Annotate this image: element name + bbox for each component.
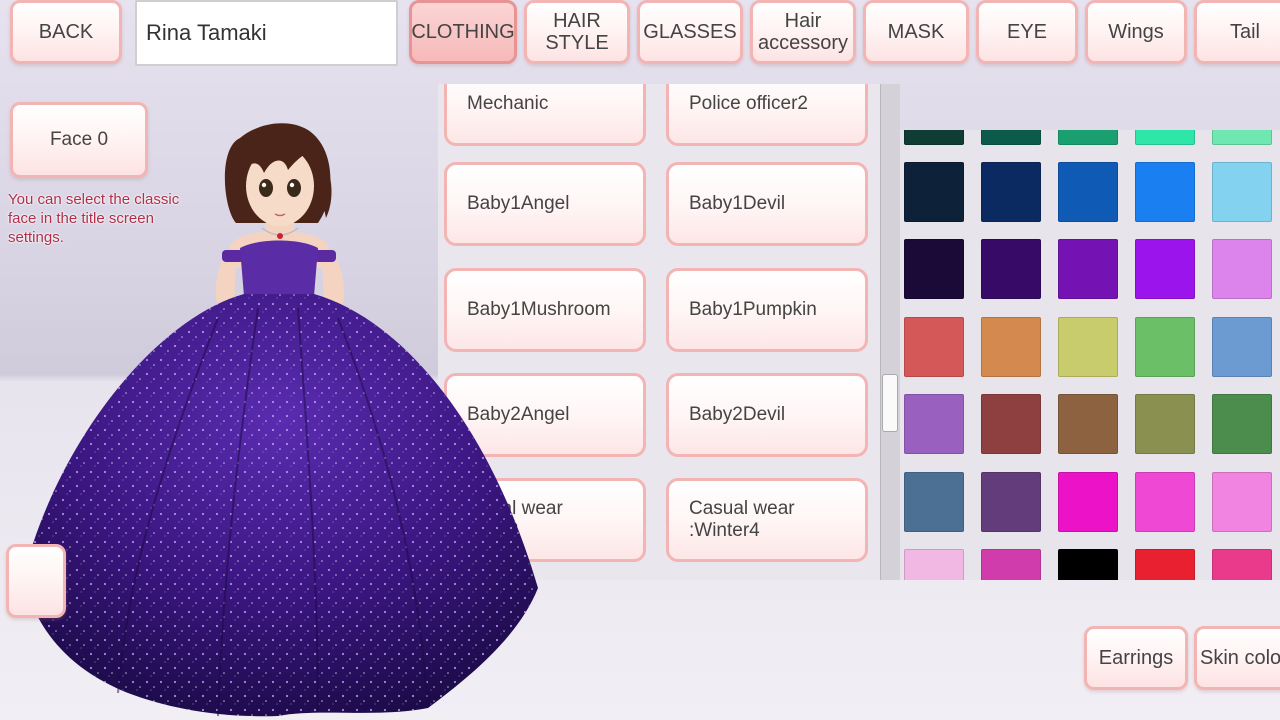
color-swatch[interactable]: [904, 239, 964, 299]
color-swatch[interactable]: [1135, 394, 1195, 454]
color-swatch[interactable]: [904, 162, 964, 222]
clothing-item[interactable]: Police officer2: [666, 84, 868, 146]
color-swatch[interactable]: [904, 317, 964, 377]
skin-color-button[interactable]: Skin colo: [1194, 626, 1280, 690]
color-swatch[interactable]: [1212, 394, 1272, 454]
clothing-item[interactable]: Baby1Devil: [666, 162, 868, 246]
color-swatch[interactable]: [1212, 317, 1272, 377]
clothing-item[interactable]: Baby1Pumpkin: [666, 268, 868, 352]
color-swatch[interactable]: [1058, 549, 1118, 580]
color-swatch[interactable]: [1135, 472, 1195, 532]
color-swatch[interactable]: [981, 549, 1041, 580]
character-figure: [23, 123, 538, 717]
list-scrollbar[interactable]: [880, 84, 900, 580]
item-label: Casual wear: [689, 498, 795, 519]
tab-hair-accessory[interactable]: Hair accessory: [750, 0, 856, 64]
item-label: Baby2Devil: [689, 404, 786, 425]
tab-hair-style[interactable]: HAIR STYLE: [524, 0, 630, 64]
color-swatch[interactable]: [1058, 239, 1118, 299]
earrings-button[interactable]: Earrings: [1084, 626, 1188, 690]
color-swatch[interactable]: [904, 394, 964, 454]
color-swatch[interactable]: [1135, 239, 1195, 299]
tab-eye[interactable]: EYE: [976, 0, 1078, 64]
color-swatch[interactable]: [1058, 162, 1118, 222]
color-swatch[interactable]: [1212, 472, 1272, 532]
color-swatch[interactable]: [981, 162, 1041, 222]
color-swatch[interactable]: [1212, 130, 1272, 145]
tab-clothing[interactable]: CLOTHING: [409, 0, 517, 64]
left-side-button[interactable]: [6, 544, 66, 618]
tab-wings[interactable]: Wings: [1085, 0, 1187, 64]
item-label: Police officer2: [689, 93, 808, 114]
color-swatch[interactable]: [981, 239, 1041, 299]
color-swatch[interactable]: [1058, 472, 1118, 532]
color-swatch[interactable]: [904, 130, 964, 145]
item-label: Baby1Devil: [689, 193, 786, 214]
color-swatch[interactable]: [1212, 162, 1272, 222]
color-palette[interactable]: [900, 130, 1280, 580]
color-swatch[interactable]: [1058, 317, 1118, 377]
color-swatch[interactable]: [1212, 549, 1272, 580]
color-swatch[interactable]: [981, 317, 1041, 377]
item-label: Mechanic: [467, 93, 549, 114]
tab-mask[interactable]: MASK: [863, 0, 969, 64]
clothing-item[interactable]: Baby2Devil: [666, 373, 868, 457]
color-swatch[interactable]: [981, 394, 1041, 454]
color-swatch[interactable]: [981, 472, 1041, 532]
tab-tail[interactable]: Tail: [1194, 0, 1280, 64]
color-swatch[interactable]: [1135, 317, 1195, 377]
color-swatch[interactable]: [904, 472, 964, 532]
character-name-field[interactable]: Rina Tamaki: [135, 0, 398, 66]
back-button[interactable]: BACK: [10, 0, 122, 64]
color-swatch[interactable]: [981, 130, 1041, 145]
clothing-item[interactable]: Casual wear :Winter4: [666, 478, 868, 562]
tab-glasses[interactable]: GLASSES: [637, 0, 743, 64]
color-swatch[interactable]: [1058, 394, 1118, 454]
color-swatch[interactable]: [904, 549, 964, 580]
color-swatch[interactable]: [1135, 549, 1195, 580]
list-scrollbar-thumb[interactable]: [882, 374, 898, 432]
item-label-line2: :Winter4: [689, 520, 760, 541]
color-swatch[interactable]: [1135, 130, 1195, 145]
color-swatch[interactable]: [1135, 162, 1195, 222]
color-swatch[interactable]: [1058, 130, 1118, 145]
item-label: Baby1Pumpkin: [689, 299, 817, 320]
color-swatch[interactable]: [1212, 239, 1272, 299]
